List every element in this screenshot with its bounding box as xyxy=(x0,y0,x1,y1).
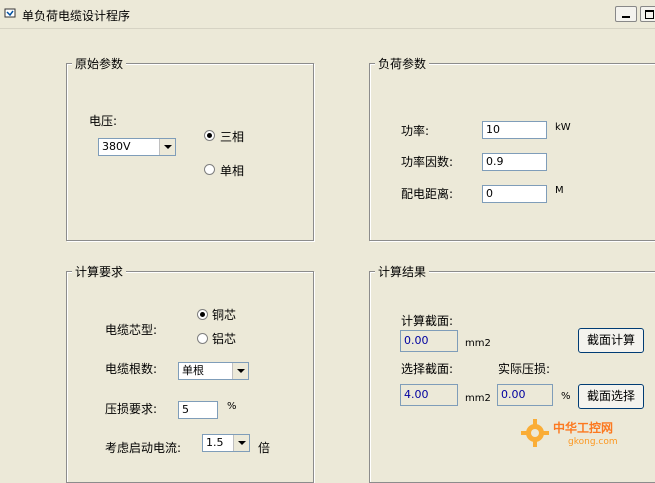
voltage-value: 380V xyxy=(102,140,131,153)
load-params-group: 负荷参数 功率: 10 kW 功率因数: 0.9 配电距离: 0 M xyxy=(369,55,655,241)
voltage-drop-unit: % xyxy=(227,401,237,412)
chevron-down-icon[interactable] xyxy=(233,435,249,451)
minimize-button[interactable] xyxy=(615,6,637,22)
requirements-title: 计算要求 xyxy=(72,263,127,280)
start-current-label: 考虑启动电流: xyxy=(105,441,182,455)
maximize-button[interactable] xyxy=(640,6,655,22)
voltage-select[interactable]: 380V xyxy=(98,138,176,156)
distance-input[interactable]: 0 xyxy=(482,185,547,203)
voltage-drop-input[interactable]: 5 xyxy=(178,401,218,419)
requirements-group: 计算要求 电缆芯型: 铜芯 铝芯 电缆根数: 单根 压损要求: 5 % 考虑启动… xyxy=(66,263,314,483)
core-aluminum-label[interactable]: 铝芯 xyxy=(212,330,236,347)
calc-section-label: 计算截面: xyxy=(401,314,454,328)
start-current-select[interactable]: 1.5 xyxy=(202,434,250,452)
start-current-value: 1.5 xyxy=(206,436,224,449)
core-type-label: 电缆芯型: xyxy=(105,323,158,337)
phase-three-label[interactable]: 三相 xyxy=(220,128,244,145)
results-group: 计算结果 计算截面: 0.00 mm2 截面计算 选择截面: 4.00 mm2 … xyxy=(369,263,655,483)
cable-count-value: 单根 xyxy=(182,364,204,377)
cable-count-label: 电缆根数: xyxy=(105,362,158,376)
calc-section-output: 0.00 xyxy=(400,330,458,352)
voltage-label: 电压: xyxy=(89,114,118,128)
app-icon xyxy=(4,8,16,18)
phase-single-radio[interactable] xyxy=(204,164,215,175)
window-title: 单负荷电缆设计程序 xyxy=(22,9,131,23)
core-copper-radio[interactable] xyxy=(197,309,208,320)
distance-label: 配电距离: xyxy=(401,187,454,201)
voltage-drop-label: 压损要求: xyxy=(105,402,158,416)
actual-drop-label: 实际压损: xyxy=(498,362,551,376)
chevron-down-icon[interactable] xyxy=(232,363,248,379)
core-aluminum-radio[interactable] xyxy=(197,333,208,344)
distance-unit: M xyxy=(555,185,564,196)
power-unit: kW xyxy=(555,122,571,133)
watermark-brand: 中华工控网 xyxy=(553,421,614,435)
load-params-title: 负荷参数 xyxy=(375,55,430,72)
calc-section-unit: mm2 xyxy=(465,338,491,349)
select-section-button[interactable]: 截面选择 xyxy=(578,384,644,409)
actual-drop-unit: % xyxy=(561,391,571,402)
power-input[interactable]: 10 xyxy=(482,121,547,139)
watermark-url: gkong.com xyxy=(568,437,618,447)
chevron-down-icon[interactable] xyxy=(159,139,175,155)
gear-icon xyxy=(521,419,549,447)
original-params-group: 原始参数 电压: 380V 三相 单相 xyxy=(66,55,314,241)
calc-section-button[interactable]: 截面计算 xyxy=(578,328,644,353)
power-label: 功率: xyxy=(401,124,430,138)
phase-single-label[interactable]: 单相 xyxy=(220,162,244,179)
core-copper-label[interactable]: 铜芯 xyxy=(212,306,236,323)
phase-three-radio[interactable] xyxy=(204,130,215,141)
results-title: 计算结果 xyxy=(375,263,430,280)
power-factor-input[interactable]: 0.9 xyxy=(482,153,547,171)
start-current-unit: 倍 xyxy=(258,441,271,455)
select-section-output: 4.00 xyxy=(400,384,458,406)
title-bar: 单负荷电缆设计程序 xyxy=(0,0,655,29)
original-params-title: 原始参数 xyxy=(72,55,127,72)
actual-drop-output: 0.00 xyxy=(497,384,553,406)
select-section-unit: mm2 xyxy=(465,393,491,404)
power-factor-label: 功率因数: xyxy=(401,155,454,169)
select-section-label: 选择截面: xyxy=(401,362,454,376)
cable-count-select[interactable]: 单根 xyxy=(178,362,249,380)
